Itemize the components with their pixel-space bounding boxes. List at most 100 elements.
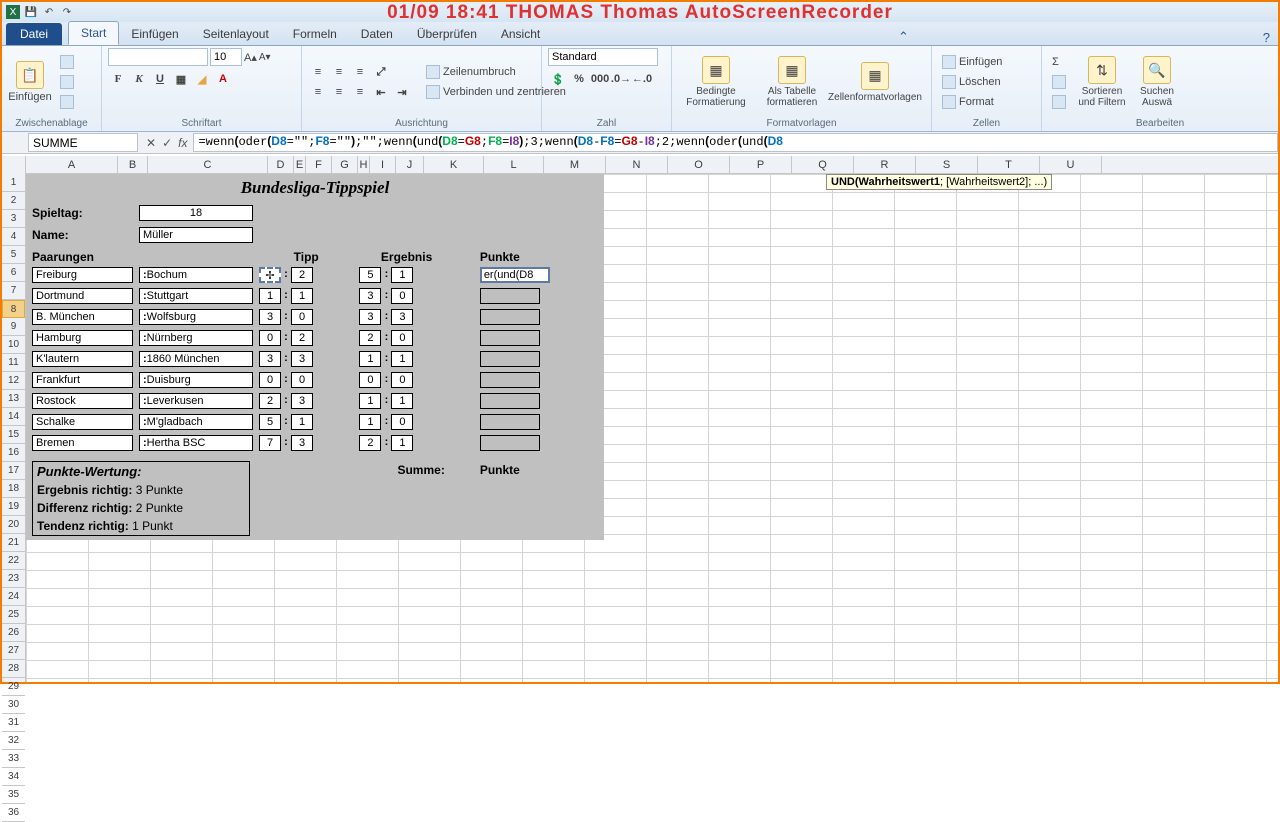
row-header-27[interactable]: 27 bbox=[2, 642, 25, 660]
punkte-cell[interactable] bbox=[480, 435, 540, 451]
row-header-19[interactable]: 19 bbox=[2, 498, 25, 516]
find-select-button[interactable]: 🔍Suchen Auswä bbox=[1134, 52, 1180, 112]
ergebnis-score[interactable]: 1:0 bbox=[359, 414, 453, 430]
bold-button[interactable]: F bbox=[108, 70, 128, 88]
row-header-17[interactable]: 17 bbox=[2, 462, 25, 480]
col-header-O[interactable]: O bbox=[668, 156, 730, 173]
indent-dec-icon[interactable]: ⇤ bbox=[371, 83, 391, 101]
name-box[interactable]: SUMME bbox=[28, 133, 138, 152]
redo-icon[interactable]: ↷ bbox=[60, 5, 74, 19]
home-team[interactable]: Schalke bbox=[32, 414, 133, 430]
col-header-K[interactable]: K bbox=[424, 156, 484, 173]
punkte-cell[interactable] bbox=[480, 372, 540, 388]
tipp-score[interactable]: 1:1 bbox=[259, 288, 353, 304]
row-header-2[interactable]: 2 bbox=[2, 192, 25, 210]
col-header-J[interactable]: J bbox=[396, 156, 424, 173]
format-cells-button[interactable]: Format bbox=[938, 93, 1006, 111]
increase-decimal-icon[interactable]: .0→ bbox=[611, 70, 631, 88]
punkte-cell[interactable] bbox=[480, 309, 540, 325]
copy-button[interactable] bbox=[56, 73, 78, 91]
fx-icon[interactable]: fx bbox=[178, 136, 187, 150]
row-header-20[interactable]: 20 bbox=[2, 516, 25, 534]
row-header-11[interactable]: 11 bbox=[2, 354, 25, 372]
row-header-4[interactable]: 4 bbox=[2, 228, 25, 246]
col-header-I[interactable]: I bbox=[370, 156, 396, 173]
away-team[interactable]: : Bochum bbox=[139, 267, 253, 283]
align-top-icon[interactable]: ≡ bbox=[308, 63, 328, 81]
home-team[interactable]: Hamburg bbox=[32, 330, 133, 346]
font-family-input[interactable] bbox=[108, 48, 208, 66]
col-header-U[interactable]: U bbox=[1040, 156, 1102, 173]
ergebnis-score[interactable]: 2:0 bbox=[359, 330, 453, 346]
row-header-32[interactable]: 32 bbox=[2, 732, 25, 750]
sort-filter-button[interactable]: ⇅Sortieren und Filtern bbox=[1074, 52, 1130, 112]
accept-formula-icon[interactable]: ✓ bbox=[162, 136, 172, 150]
border-button[interactable]: ▦ bbox=[171, 70, 191, 88]
row-header-1[interactable]: 1 bbox=[2, 174, 25, 192]
tipp-score[interactable]: 3:3 bbox=[259, 351, 353, 367]
away-team[interactable]: : Hertha BSC bbox=[139, 435, 253, 451]
home-team[interactable]: Dortmund bbox=[32, 288, 133, 304]
ergebnis-score[interactable]: 0:0 bbox=[359, 372, 453, 388]
ribbon-minimize-icon[interactable]: ⌃ bbox=[898, 29, 909, 45]
tipp-score[interactable]: 5:1 bbox=[259, 414, 353, 430]
away-team[interactable]: : Stuttgart bbox=[139, 288, 253, 304]
tab-formulas[interactable]: Formeln bbox=[281, 23, 349, 45]
col-header-A[interactable]: A bbox=[26, 156, 118, 173]
formula-input[interactable]: =wenn(oder(D8="";F8="");"";wenn(und(D8=G… bbox=[193, 133, 1278, 152]
tipp-score[interactable]: ✢:2 bbox=[259, 267, 353, 283]
col-header-R[interactable]: R bbox=[854, 156, 916, 173]
row-header-35[interactable]: 35 bbox=[2, 786, 25, 804]
comma-icon[interactable]: 000 bbox=[590, 70, 610, 88]
tipp-score[interactable]: 7:3 bbox=[259, 435, 353, 451]
font-color-button[interactable]: A bbox=[213, 70, 233, 88]
punkte-cell[interactable] bbox=[480, 351, 540, 367]
col-header-M[interactable]: M bbox=[544, 156, 606, 173]
row-header-30[interactable]: 30 bbox=[2, 696, 25, 714]
row-header-9[interactable]: 9 bbox=[2, 318, 25, 336]
row-header-18[interactable]: 18 bbox=[2, 480, 25, 498]
row-header-12[interactable]: 12 bbox=[2, 372, 25, 390]
col-header-L[interactable]: L bbox=[484, 156, 544, 173]
home-team[interactable]: Frankfurt bbox=[32, 372, 133, 388]
ergebnis-score[interactable]: 5:1 bbox=[359, 267, 453, 283]
row-header-34[interactable]: 34 bbox=[2, 768, 25, 786]
col-header-D[interactable]: D bbox=[268, 156, 294, 173]
save-icon[interactable]: 💾 bbox=[24, 5, 38, 19]
undo-icon[interactable]: ↶ bbox=[42, 5, 56, 19]
decrease-font-icon[interactable]: A▾ bbox=[259, 52, 271, 63]
away-team[interactable]: : Nürnberg bbox=[139, 330, 253, 346]
align-center-icon[interactable]: ≡ bbox=[329, 83, 349, 101]
home-team[interactable]: K'lautern bbox=[32, 351, 133, 367]
tab-review[interactable]: Überprüfen bbox=[405, 23, 489, 45]
spieltag-value[interactable]: 18 bbox=[139, 205, 253, 221]
row-header-23[interactable]: 23 bbox=[2, 570, 25, 588]
cut-button[interactable] bbox=[56, 53, 78, 71]
row-header-8[interactable]: 8 bbox=[2, 300, 25, 318]
punkte-cell[interactable] bbox=[480, 414, 540, 430]
paste-button[interactable]: 📋 Einfügen bbox=[8, 52, 52, 112]
autosum-button[interactable]: Σ bbox=[1048, 53, 1070, 71]
col-header-Q[interactable]: Q bbox=[792, 156, 854, 173]
indent-inc-icon[interactable]: ⇥ bbox=[392, 83, 412, 101]
tab-start[interactable]: Start bbox=[68, 21, 119, 45]
cell-styles-button[interactable]: ▦Zellenformatvorlagen bbox=[830, 52, 920, 112]
col-header-T[interactable]: T bbox=[978, 156, 1040, 173]
currency-icon[interactable]: 💲 bbox=[548, 70, 568, 88]
tab-insert[interactable]: Einfügen bbox=[119, 23, 190, 45]
cancel-formula-icon[interactable]: ✕ bbox=[146, 136, 156, 150]
home-team[interactable]: Freiburg bbox=[32, 267, 133, 283]
punkte-cell[interactable] bbox=[480, 330, 540, 346]
col-header-E[interactable]: E bbox=[294, 156, 306, 173]
col-header-B[interactable]: B bbox=[118, 156, 148, 173]
font-size-input[interactable] bbox=[210, 48, 242, 66]
away-team[interactable]: : 1860 München bbox=[139, 351, 253, 367]
row-header-26[interactable]: 26 bbox=[2, 624, 25, 642]
row-header-7[interactable]: 7 bbox=[2, 282, 25, 300]
row-header-3[interactable]: 3 bbox=[2, 210, 25, 228]
punkte-cell[interactable] bbox=[480, 288, 540, 304]
row-headers[interactable]: 1234567891011121314151617181920212223242… bbox=[2, 156, 26, 682]
align-bottom-icon[interactable]: ≡ bbox=[350, 63, 370, 81]
align-middle-icon[interactable]: ≡ bbox=[329, 63, 349, 81]
format-table-button[interactable]: ▦Als Tabelle formatieren bbox=[758, 52, 826, 112]
